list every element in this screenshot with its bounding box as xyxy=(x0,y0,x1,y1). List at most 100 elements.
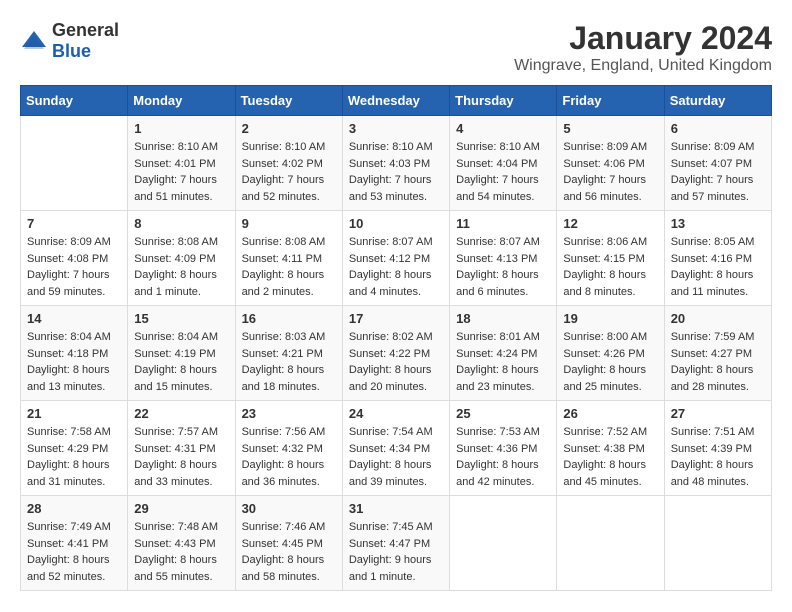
day-number: 25 xyxy=(456,406,550,421)
calendar-cell xyxy=(664,496,771,591)
day-info: Sunrise: 8:04 AMSunset: 4:18 PMDaylight:… xyxy=(27,329,121,395)
day-number: 30 xyxy=(242,501,336,516)
logo-text-general: General xyxy=(52,20,119,40)
day-info: Sunrise: 8:07 AMSunset: 4:13 PMDaylight:… xyxy=(456,234,550,300)
weekday-header-row: SundayMondayTuesdayWednesdayThursdayFrid… xyxy=(21,86,772,116)
logo-icon xyxy=(20,27,48,55)
calendar-cell: 7 Sunrise: 8:09 AMSunset: 4:08 PMDaylight… xyxy=(21,211,128,306)
logo: General Blue xyxy=(20,20,119,62)
weekday-header-monday: Monday xyxy=(128,86,235,116)
day-info: Sunrise: 8:06 AMSunset: 4:15 PMDaylight:… xyxy=(563,234,657,300)
day-info: Sunrise: 7:53 AMSunset: 4:36 PMDaylight:… xyxy=(456,424,550,490)
day-info: Sunrise: 8:00 AMSunset: 4:26 PMDaylight:… xyxy=(563,329,657,395)
day-number: 29 xyxy=(134,501,228,516)
calendar-cell: 19 Sunrise: 8:00 AMSunset: 4:26 PMDayligh… xyxy=(557,306,664,401)
calendar-cell xyxy=(450,496,557,591)
day-number: 3 xyxy=(349,121,443,136)
day-number: 20 xyxy=(671,311,765,326)
week-row-3: 14Sunrise: 8:04 AMSunset: 4:18 PMDayligh… xyxy=(21,306,772,401)
day-info: Sunrise: 7:45 AMSunset: 4:47 PMDaylight:… xyxy=(349,519,443,585)
month-title: January 2024 xyxy=(514,20,772,57)
calendar-cell: 22 Sunrise: 7:57 AMSunset: 4:31 PMDayligh… xyxy=(128,401,235,496)
day-info: Sunrise: 7:51 AMSunset: 4:39 PMDaylight:… xyxy=(671,424,765,490)
calendar-cell xyxy=(557,496,664,591)
calendar-cell: 26 Sunrise: 7:52 AMSunset: 4:38 PMDayligh… xyxy=(557,401,664,496)
location-title: Wingrave, England, United Kingdom xyxy=(514,57,772,75)
day-info: Sunrise: 8:03 AMSunset: 4:21 PMDaylight:… xyxy=(242,329,336,395)
day-number: 18 xyxy=(456,311,550,326)
day-number: 17 xyxy=(349,311,443,326)
week-row-5: 28 Sunrise: 7:49 AMSunset: 4:41 PMDayligh… xyxy=(21,496,772,591)
day-number: 28 xyxy=(27,501,121,516)
calendar-cell: 15 Sunrise: 8:04 AMSunset: 4:19 PMDayligh… xyxy=(128,306,235,401)
weekday-header-friday: Friday xyxy=(557,86,664,116)
day-number: 13 xyxy=(671,216,765,231)
day-info: Sunrise: 8:10 AMSunset: 4:04 PMDaylight:… xyxy=(456,139,550,205)
weekday-header-wednesday: Wednesday xyxy=(342,86,449,116)
calendar-cell: 8Sunrise: 8:08 AMSunset: 4:09 PMDaylight… xyxy=(128,211,235,306)
day-info: Sunrise: 8:10 AMSunset: 4:01 PMDaylight:… xyxy=(134,139,228,205)
calendar-cell: 29 Sunrise: 7:48 AMSunset: 4:43 PMDayligh… xyxy=(128,496,235,591)
day-number: 4 xyxy=(456,121,550,136)
day-number: 12 xyxy=(563,216,657,231)
calendar-cell: 27 Sunrise: 7:51 AMSunset: 4:39 PMDayligh… xyxy=(664,401,771,496)
calendar-cell xyxy=(21,116,128,211)
day-number: 22 xyxy=(134,406,228,421)
calendar-cell: 21Sunrise: 7:58 AMSunset: 4:29 PMDayligh… xyxy=(21,401,128,496)
page-header: General Blue January 2024 Wingrave, Engl… xyxy=(20,20,772,75)
week-row-4: 21Sunrise: 7:58 AMSunset: 4:29 PMDayligh… xyxy=(21,401,772,496)
day-number: 23 xyxy=(242,406,336,421)
day-info: Sunrise: 8:10 AMSunset: 4:02 PMDaylight:… xyxy=(242,139,336,205)
calendar-cell: 1 Sunrise: 8:10 AMSunset: 4:01 PMDaylight… xyxy=(128,116,235,211)
day-number: 24 xyxy=(349,406,443,421)
day-number: 1 xyxy=(134,121,228,136)
calendar-cell: 30 Sunrise: 7:46 AMSunset: 4:45 PMDayligh… xyxy=(235,496,342,591)
calendar-cell: 13 Sunrise: 8:05 AMSunset: 4:16 PMDayligh… xyxy=(664,211,771,306)
day-number: 26 xyxy=(563,406,657,421)
calendar-cell: 10 Sunrise: 8:07 AMSunset: 4:12 PMDayligh… xyxy=(342,211,449,306)
day-number: 6 xyxy=(671,121,765,136)
week-row-2: 7 Sunrise: 8:09 AMSunset: 4:08 PMDaylight… xyxy=(21,211,772,306)
day-number: 31 xyxy=(349,501,443,516)
day-info: Sunrise: 8:04 AMSunset: 4:19 PMDaylight:… xyxy=(134,329,228,395)
calendar-cell: 4 Sunrise: 8:10 AMSunset: 4:04 PMDaylight… xyxy=(450,116,557,211)
day-info: Sunrise: 8:05 AMSunset: 4:16 PMDaylight:… xyxy=(671,234,765,300)
calendar-cell: 11 Sunrise: 8:07 AMSunset: 4:13 PMDayligh… xyxy=(450,211,557,306)
day-info: Sunrise: 7:46 AMSunset: 4:45 PMDaylight:… xyxy=(242,519,336,585)
day-number: 11 xyxy=(456,216,550,231)
day-number: 8 xyxy=(134,216,228,231)
day-number: 2 xyxy=(242,121,336,136)
calendar-cell: 18Sunrise: 8:01 AMSunset: 4:24 PMDayligh… xyxy=(450,306,557,401)
calendar-cell: 25 Sunrise: 7:53 AMSunset: 4:36 PMDayligh… xyxy=(450,401,557,496)
day-info: Sunrise: 8:02 AMSunset: 4:22 PMDaylight:… xyxy=(349,329,443,395)
day-number: 27 xyxy=(671,406,765,421)
day-number: 7 xyxy=(27,216,121,231)
day-info: Sunrise: 7:57 AMSunset: 4:31 PMDaylight:… xyxy=(134,424,228,490)
day-number: 19 xyxy=(563,311,657,326)
calendar-cell: 28 Sunrise: 7:49 AMSunset: 4:41 PMDayligh… xyxy=(21,496,128,591)
day-info: Sunrise: 7:54 AMSunset: 4:34 PMDaylight:… xyxy=(349,424,443,490)
day-info: Sunrise: 8:07 AMSunset: 4:12 PMDaylight:… xyxy=(349,234,443,300)
day-info: Sunrise: 8:10 AMSunset: 4:03 PMDaylight:… xyxy=(349,139,443,205)
weekday-header-sunday: Sunday xyxy=(21,86,128,116)
calendar-cell: 23Sunrise: 7:56 AMSunset: 4:32 PMDayligh… xyxy=(235,401,342,496)
weekday-header-thursday: Thursday xyxy=(450,86,557,116)
calendar-cell: 12 Sunrise: 8:06 AMSunset: 4:15 PMDayligh… xyxy=(557,211,664,306)
calendar-cell: 14Sunrise: 8:04 AMSunset: 4:18 PMDayligh… xyxy=(21,306,128,401)
logo-text-blue: Blue xyxy=(52,41,91,61)
day-number: 15 xyxy=(134,311,228,326)
day-info: Sunrise: 7:49 AMSunset: 4:41 PMDaylight:… xyxy=(27,519,121,585)
day-info: Sunrise: 8:09 AMSunset: 4:08 PMDaylight:… xyxy=(27,234,121,300)
day-info: Sunrise: 8:08 AMSunset: 4:11 PMDaylight:… xyxy=(242,234,336,300)
weekday-header-saturday: Saturday xyxy=(664,86,771,116)
day-number: 5 xyxy=(563,121,657,136)
calendar-cell: 16Sunrise: 8:03 AMSunset: 4:21 PMDayligh… xyxy=(235,306,342,401)
calendar-cell: 17 Sunrise: 8:02 AMSunset: 4:22 PMDayligh… xyxy=(342,306,449,401)
day-info: Sunrise: 8:09 AMSunset: 4:06 PMDaylight:… xyxy=(563,139,657,205)
calendar-cell: 24 Sunrise: 7:54 AMSunset: 4:34 PMDayligh… xyxy=(342,401,449,496)
day-number: 9 xyxy=(242,216,336,231)
day-info: Sunrise: 7:48 AMSunset: 4:43 PMDaylight:… xyxy=(134,519,228,585)
day-number: 10 xyxy=(349,216,443,231)
day-info: Sunrise: 7:52 AMSunset: 4:38 PMDaylight:… xyxy=(563,424,657,490)
calendar-cell: 5 Sunrise: 8:09 AMSunset: 4:06 PMDaylight… xyxy=(557,116,664,211)
